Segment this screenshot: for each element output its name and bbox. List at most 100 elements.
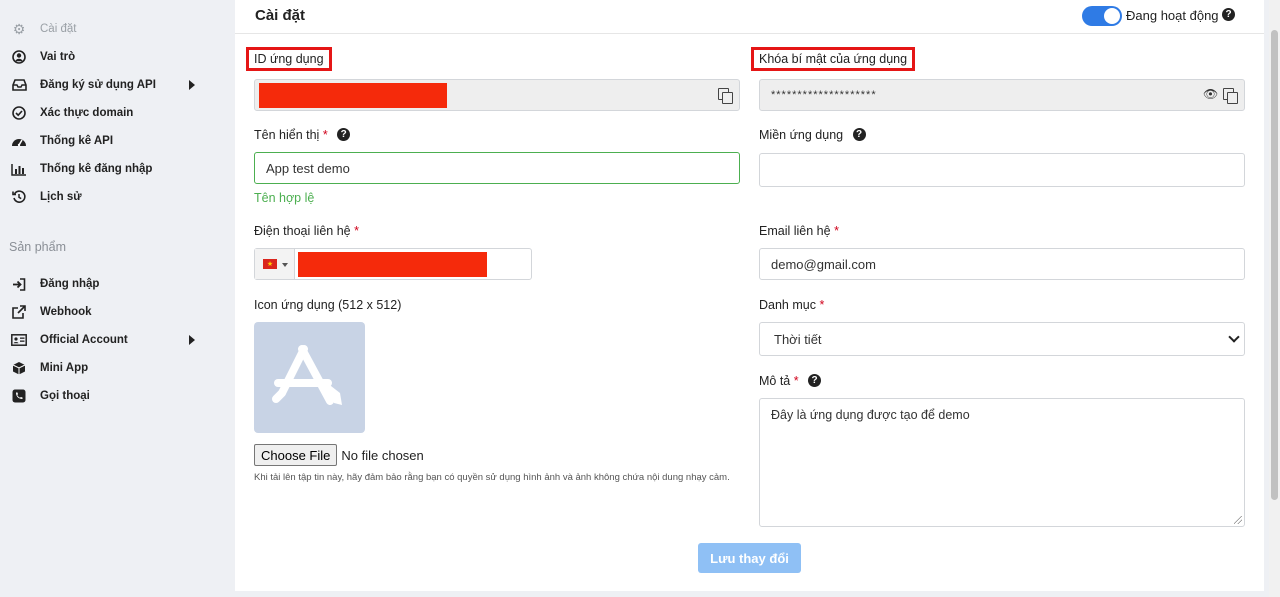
app-domain-label-text: Miền ứng dụng — [759, 128, 844, 142]
required-mark: * — [354, 224, 359, 238]
email-value: demo@gmail.com — [771, 256, 876, 272]
app-secret-value: ******************** — [771, 89, 877, 101]
sidebar-item-history[interactable]: Lịch sử — [10, 187, 210, 207]
page-title: Cài đặt — [255, 7, 306, 24]
vietnam-flag-icon: ★ — [263, 259, 277, 269]
sidebar-item-voice-call[interactable]: Gọi thoại — [10, 386, 210, 406]
category-label-text: Danh mục — [759, 298, 816, 312]
display-name-label: Tên hiển thị * ? — [254, 128, 351, 142]
gauge-icon — [10, 133, 28, 149]
sidebar-item-roles[interactable]: Vai trò — [10, 47, 210, 67]
sidebar-item-mini-app[interactable]: Mini App — [10, 358, 210, 378]
sidebar-item-domain-verification[interactable]: Xác thực domain — [10, 103, 210, 123]
caret-right-icon — [189, 80, 195, 90]
display-name-validation: Tên hợp lệ — [254, 191, 315, 205]
external-link-icon — [10, 304, 28, 320]
redacted-app-id — [259, 83, 447, 108]
flag-star: ★ — [266, 260, 274, 268]
scrollbar[interactable] — [1269, 0, 1280, 597]
user-circle-icon — [10, 49, 28, 65]
display-name-label-text: Tên hiển thị — [254, 128, 320, 142]
sign-in-icon — [10, 276, 28, 292]
sidebar-item-api-stats[interactable]: Thống kê API — [10, 131, 210, 151]
upload-hint: Khi tải lên tập tin này, hãy đảm bảo rằn… — [254, 472, 730, 483]
display-name-input[interactable]: App test demo — [254, 152, 740, 184]
choose-file-button[interactable]: Choose File — [254, 444, 338, 466]
help-icon[interactable]: ? — [1222, 8, 1235, 21]
id-card-icon — [10, 332, 28, 348]
gear-icon: ⚙ — [12, 20, 26, 37]
file-status: No file chosen — [341, 447, 424, 463]
help-icon[interactable]: ? — [808, 374, 822, 388]
app-id-label: ID ứng dụng — [246, 47, 332, 71]
app-secret-label: Khóa bí mật của ứng dụng — [751, 47, 916, 71]
app-store-placeholder-icon — [271, 344, 342, 405]
category-value: Thời tiết — [774, 331, 822, 347]
status-label: Đang hoạt động — [1126, 8, 1219, 23]
sidebar-section-title: Sản phẩm — [9, 240, 66, 254]
sidebar-item-label: Gọi thoại — [40, 390, 90, 402]
panel-header: Cài đặt Đang hoạt động ? — [235, 0, 1264, 34]
description-value: Đây là ứng dụng được tạo để demo — [771, 408, 970, 422]
app-id-field — [254, 79, 740, 111]
app-domain-input[interactable] — [759, 153, 1245, 187]
sidebar-item-label: Official Account — [40, 334, 128, 346]
caret-down-icon — [282, 263, 288, 267]
sidebar-item-label: Đăng ký sử dụng API — [40, 79, 156, 91]
email-input[interactable]: demo@gmail.com — [759, 248, 1245, 280]
description-label-text: Mô tả — [759, 374, 791, 388]
active-status-toggle[interactable] — [1082, 6, 1122, 26]
app-secret-label-text: Khóa bí mật của ứng dụng — [759, 52, 908, 66]
save-changes-button[interactable]: Lưu thay đổi — [698, 543, 801, 573]
toggle-knob — [1104, 8, 1120, 24]
sidebar-item-label: Đăng nhập — [40, 278, 100, 290]
copy-icon[interactable] — [1223, 88, 1238, 104]
sidebar: ⚙ Cài đặt Vai trò Đăng ký sử dụng API Xá… — [0, 0, 234, 597]
eye-icon[interactable]: 👁 — [1203, 87, 1219, 101]
sidebar-item-label: Xác thực domain — [40, 107, 134, 119]
caret-right-icon — [189, 335, 195, 345]
inbox-icon — [10, 77, 28, 93]
help-icon[interactable]: ? — [337, 128, 351, 142]
app-icon-preview — [254, 322, 365, 433]
history-icon — [10, 189, 28, 205]
sidebar-item-official-account[interactable]: Official Account — [10, 330, 210, 350]
description-label: Mô tả * ? — [759, 374, 822, 388]
scrollbar-thumb[interactable] — [1271, 30, 1278, 500]
sidebar-item-label: Vai trò — [40, 51, 76, 63]
app-secret-field: ******************** 👁 — [759, 79, 1245, 111]
sidebar-item-login-stats[interactable]: Thống kê đăng nhập — [10, 159, 210, 179]
phone-label: Điện thoại liên hệ * — [254, 224, 359, 238]
phone-label-text: Điện thoại liên hệ — [254, 224, 351, 238]
phone-icon — [10, 388, 28, 404]
bar-chart-icon — [10, 161, 28, 177]
sidebar-item-label: Mini App — [40, 362, 89, 374]
cube-icon — [10, 360, 28, 376]
display-name-value: App test demo — [266, 160, 350, 176]
country-selector[interactable]: ★ — [255, 249, 295, 279]
sidebar-item-webhook[interactable]: Webhook — [10, 302, 210, 322]
category-label: Danh mục * — [759, 298, 824, 312]
category-select[interactable]: Thời tiết — [759, 322, 1245, 356]
sidebar-item-label: Thống kê đăng nhập — [40, 163, 153, 175]
app-domain-label: Miền ứng dụng ? — [759, 128, 866, 142]
copy-icon[interactable] — [718, 88, 733, 104]
phone-input[interactable]: ★ — [254, 248, 532, 280]
required-mark: * — [793, 374, 799, 388]
settings-panel: Cài đặt Đang hoạt động ? ID ứng dụng Khó… — [235, 0, 1264, 591]
description-textarea[interactable]: Đây là ứng dụng được tạo để demo — [759, 398, 1245, 527]
sidebar-item-label: Webhook — [40, 306, 92, 318]
app-id-label-text: ID ứng dụng — [254, 52, 324, 66]
sidebar-item-settings[interactable]: ⚙ Cài đặt — [10, 19, 210, 39]
email-label-text: Email liên hệ — [759, 224, 831, 238]
sidebar-item-label: Thống kê API — [40, 135, 114, 147]
file-upload: Choose File No file chosen — [254, 444, 424, 466]
email-label: Email liên hệ * — [759, 224, 839, 238]
help-icon[interactable]: ? — [852, 128, 866, 142]
app-icon-label: Icon ứng dụng (512 x 512) — [254, 298, 402, 312]
sidebar-item-login[interactable]: Đăng nhập — [10, 274, 210, 294]
resize-handle[interactable] — [1234, 516, 1242, 524]
chevron-down-icon — [1228, 331, 1240, 343]
sidebar-item-api-registration[interactable]: Đăng ký sử dụng API — [10, 75, 210, 95]
sidebar-item-label: Lịch sử — [40, 191, 82, 203]
